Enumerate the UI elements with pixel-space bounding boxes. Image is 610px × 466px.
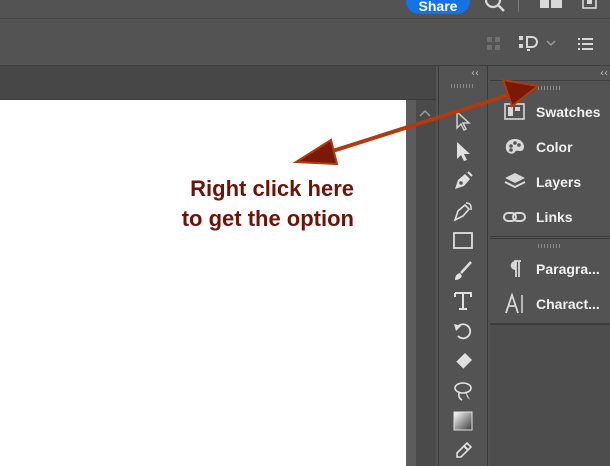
- illustrator-window: Share ‹‹ ‹‹ Swatches Color Layers Links …: [0, 0, 610, 466]
- annotation-double-arrow: [292, 78, 541, 166]
